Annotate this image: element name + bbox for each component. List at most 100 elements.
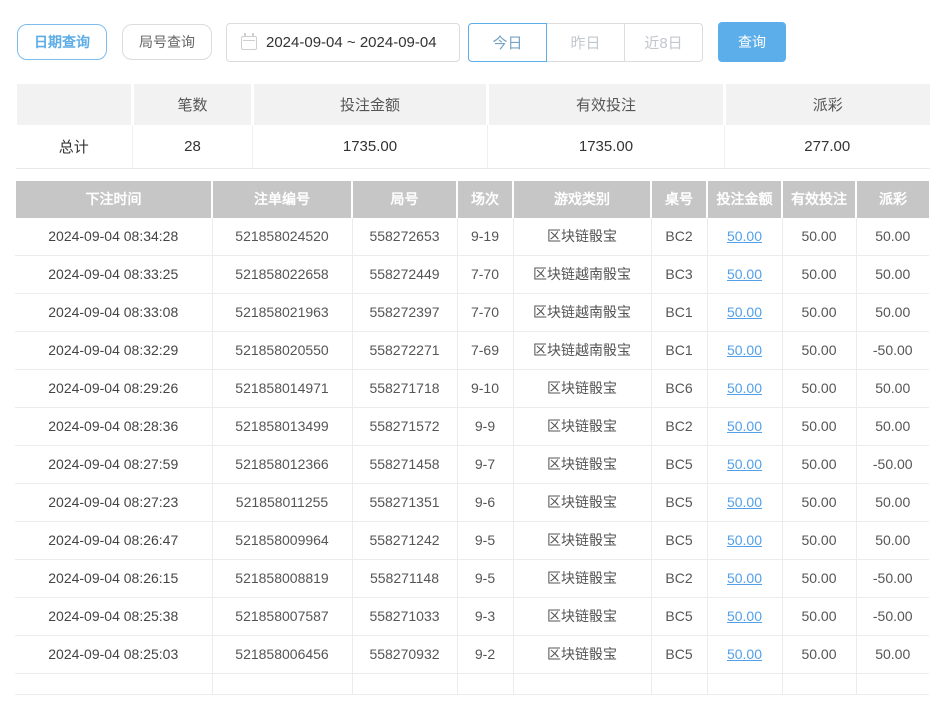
cell-valid-bet: 50.00 <box>782 446 856 484</box>
records-header-cell: 游戏类别 <box>513 181 651 218</box>
cell-table-no: BC5 <box>651 446 707 484</box>
cell-session: 9-3 <box>457 598 513 636</box>
cell-valid-bet: 50.00 <box>782 256 856 294</box>
cell-game-type: 区块链越南骰宝 <box>513 294 651 332</box>
cell-bet-id: 521858007587 <box>212 598 352 636</box>
cell-bet-time: 2024-09-04 08:27:59 <box>15 446 212 484</box>
records-header-cell: 投注金额 <box>707 181 782 218</box>
cell-session: 9-2 <box>457 636 513 674</box>
cell-table-no: BC2 <box>651 218 707 256</box>
cell-session: 9-5 <box>457 522 513 560</box>
records-header-cell: 桌号 <box>651 181 707 218</box>
bet-amount-link[interactable]: 50.00 <box>727 418 762 434</box>
cell-session: 9-5 <box>457 560 513 598</box>
records-header-cell: 派彩 <box>856 181 929 218</box>
cell-table-no: BC5 <box>651 636 707 674</box>
bet-amount-link[interactable]: 50.00 <box>727 646 762 662</box>
bet-amount-link[interactable]: 50.00 <box>727 342 762 358</box>
cell-bet-time: 2024-09-04 08:33:08 <box>15 294 212 332</box>
cell-payout: -50.00 <box>856 332 929 370</box>
cell-round-id: 558271242 <box>352 522 457 560</box>
cell-round-id: 558271572 <box>352 408 457 446</box>
cell-round-id: 558271033 <box>352 598 457 636</box>
date-query-button[interactable]: 日期查询 <box>17 24 107 60</box>
cell-game-type: 区块链骰宝 <box>513 560 651 598</box>
cell-bet-amount: 50.00 <box>707 256 782 294</box>
cell-payout: -50.00 <box>856 598 929 636</box>
cell-bet-amount: 50.00 <box>707 598 782 636</box>
cell-game-type: 区块链骰宝 <box>513 446 651 484</box>
cell-session: 9-10 <box>457 370 513 408</box>
table-row: 2024-09-04 08:25:38 521858007587 5582710… <box>15 598 929 636</box>
summary-header-cell: 有效投注 <box>488 84 725 125</box>
cell-bet-time: 2024-09-04 08:33:25 <box>15 256 212 294</box>
search-button[interactable]: 查询 <box>718 22 786 62</box>
cell-round-id: 558271351 <box>352 484 457 522</box>
cell-payout: -50.00 <box>856 446 929 484</box>
table-row: 2024-09-04 08:27:23 521858011255 5582713… <box>15 484 929 522</box>
bet-amount-link[interactable]: 50.00 <box>727 266 762 282</box>
yesterday-button[interactable]: 昨日 <box>546 23 625 62</box>
today-button[interactable]: 今日 <box>468 23 547 62</box>
cell-bet-amount: 50.00 <box>707 484 782 522</box>
cell-bet-id: 521858009964 <box>212 522 352 560</box>
cell-game-type: 区块链越南骰宝 <box>513 332 651 370</box>
cell-session: 9-9 <box>457 408 513 446</box>
cell-payout: 50.00 <box>856 294 929 332</box>
records-header-cell: 局号 <box>352 181 457 218</box>
date-range-input[interactable]: 2024-09-04 ~ 2024-09-04 <box>226 23 460 62</box>
cell-table-no: BC6 <box>651 370 707 408</box>
cell-bet-time: 2024-09-04 08:26:15 <box>15 560 212 598</box>
cell-payout: 50.00 <box>856 408 929 446</box>
cell-bet-amount: 50.00 <box>707 446 782 484</box>
cell-bet-time: 2024-09-04 08:26:47 <box>15 522 212 560</box>
cell-bet-time: 2024-09-04 08:34:28 <box>15 218 212 256</box>
cell-bet-id: 521858008819 <box>212 560 352 598</box>
summary-total-label: 总计 <box>16 125 133 169</box>
summary-valid-bet: 1735.00 <box>488 125 725 169</box>
last-8-days-button[interactable]: 近8日 <box>624 23 703 62</box>
bet-amount-link[interactable]: 50.00 <box>727 532 762 548</box>
cell-bet-id: 521858012366 <box>212 446 352 484</box>
cell-payout: 50.00 <box>856 522 929 560</box>
cell-round-id: 558271148 <box>352 560 457 598</box>
table-row: 2024-09-04 08:26:15 521858008819 5582711… <box>15 560 929 598</box>
bet-amount-link[interactable]: 50.00 <box>727 380 762 396</box>
bet-amount-link[interactable]: 50.00 <box>727 456 762 472</box>
records-header-cell: 有效投注 <box>782 181 856 218</box>
bet-amount-link[interactable]: 50.00 <box>727 494 762 510</box>
cell-round-id: 558272397 <box>352 294 457 332</box>
cell-table-no: BC5 <box>651 598 707 636</box>
summary-header-cell: 派彩 <box>725 84 930 125</box>
cell-game-type: 区块链骰宝 <box>513 636 651 674</box>
cell-round-id: 558272653 <box>352 218 457 256</box>
query-toolbar: 日期查询 局号查询 2024-09-04 ~ 2024-09-04 今日 昨日 … <box>17 22 942 62</box>
cell-round-id: 558272271 <box>352 332 457 370</box>
table-row: 2024-09-04 08:33:08 521858021963 5582723… <box>15 294 929 332</box>
cell-game-type: 区块链骰宝 <box>513 408 651 446</box>
cell-game-type: 区块链越南骰宝 <box>513 256 651 294</box>
bet-amount-link[interactable]: 50.00 <box>727 304 762 320</box>
cell-valid-bet: 50.00 <box>782 408 856 446</box>
cell-bet-id: 521858020550 <box>212 332 352 370</box>
round-query-button[interactable]: 局号查询 <box>122 24 212 60</box>
bet-amount-link[interactable]: 50.00 <box>727 228 762 244</box>
cell-bet-amount: 50.00 <box>707 294 782 332</box>
table-row: 2024-09-04 08:33:25 521858022658 5582724… <box>15 256 929 294</box>
bet-amount-link[interactable]: 50.00 <box>727 608 762 624</box>
cell-payout: 50.00 <box>856 256 929 294</box>
cell-table-no: BC5 <box>651 484 707 522</box>
table-row: 2024-09-04 08:26:47 521858009964 5582712… <box>15 522 929 560</box>
cell-valid-bet: 50.00 <box>782 560 856 598</box>
cell-bet-id: 521858014971 <box>212 370 352 408</box>
date-shortcut-group: 今日 昨日 近8日 <box>468 23 703 62</box>
calendar-icon <box>241 36 257 50</box>
cell-table-no: BC3 <box>651 256 707 294</box>
bet-amount-link[interactable]: 50.00 <box>727 570 762 586</box>
cell-game-type: 区块链骰宝 <box>513 218 651 256</box>
cell-valid-bet: 50.00 <box>782 522 856 560</box>
table-row: 2024-09-04 08:29:26 521858014971 5582717… <box>15 370 929 408</box>
records-body: 2024-09-04 08:34:28 521858024520 5582726… <box>15 218 929 674</box>
cell-bet-id: 521858022658 <box>212 256 352 294</box>
table-row: 2024-09-04 08:25:03 521858006456 5582709… <box>15 636 929 674</box>
